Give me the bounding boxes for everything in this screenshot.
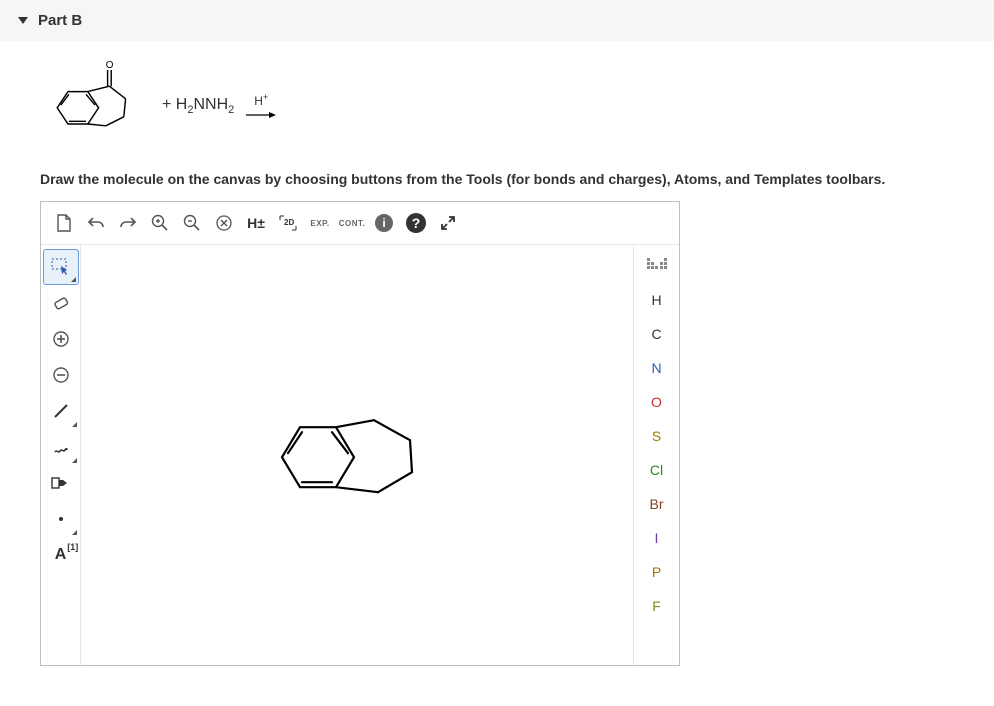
atom-i-button[interactable]: I — [638, 521, 676, 555]
atom-cl-button[interactable]: Cl — [638, 453, 676, 487]
cont-label: CONT. — [339, 219, 366, 228]
wavy-bond-button[interactable] — [43, 429, 79, 465]
fullscreen-icon — [440, 215, 456, 231]
info-icon: i — [375, 214, 393, 232]
charge-plus-button[interactable] — [43, 321, 79, 357]
atom-n-button[interactable]: N — [638, 351, 676, 385]
atom-br-button[interactable]: Br — [638, 487, 676, 521]
arrow-condition: H+ — [254, 92, 268, 108]
plus-circle-icon — [52, 330, 70, 348]
delete-x-icon — [215, 214, 233, 232]
atoms-toolbar: HCNOSClBrIPF — [633, 245, 679, 665]
radical-button[interactable] — [43, 501, 79, 537]
zoom-out-button[interactable] — [177, 208, 207, 238]
expand-button[interactable]: EXP. — [305, 208, 335, 238]
help-icon: ? — [406, 213, 426, 233]
document-icon — [56, 214, 72, 232]
delete-button[interactable] — [209, 208, 239, 238]
zoom-in-icon — [151, 214, 169, 232]
editor-body: A[1] — [41, 245, 679, 665]
atom-h-button[interactable]: H — [638, 283, 676, 317]
atom-f-button[interactable]: F — [638, 589, 676, 623]
undo-icon — [87, 215, 105, 231]
view-2d-button[interactable]: 2D — [273, 208, 303, 238]
instructions-text: Draw the molecule on the canvas by choos… — [40, 171, 954, 187]
dot-icon — [52, 510, 70, 528]
h-plus-minus-label: H± — [247, 215, 265, 231]
eraser-button[interactable] — [43, 285, 79, 321]
fullscreen-button[interactable] — [433, 208, 463, 238]
part-title: Part B — [38, 12, 82, 29]
charge-minus-button[interactable] — [43, 357, 79, 393]
redo-button[interactable] — [113, 208, 143, 238]
chain-button[interactable] — [43, 465, 79, 501]
svg-text:2D: 2D — [284, 218, 294, 227]
atom-o-button[interactable]: O — [638, 385, 676, 419]
drawing-canvas[interactable] — [81, 245, 633, 665]
redo-icon — [119, 215, 137, 231]
reactant-structure: O — [40, 61, 150, 151]
new-doc-button[interactable] — [49, 208, 79, 238]
isotope-label: A[1] — [55, 546, 67, 564]
svg-text:O: O — [106, 61, 114, 71]
top-toolbar: H± 2D EXP. CONT. i ? — [41, 202, 679, 245]
single-bond-button[interactable] — [43, 393, 79, 429]
atom-p-button[interactable]: P — [638, 555, 676, 589]
reaction-arrow: H+ — [246, 92, 276, 120]
canvas-molecule — [262, 402, 452, 512]
contract-button[interactable]: CONT. — [337, 208, 367, 238]
atom-c-button[interactable]: C — [638, 317, 676, 351]
reagent-text: + H2NNH2 — [162, 96, 234, 116]
minus-circle-icon — [52, 366, 70, 384]
view-2d-icon: 2D — [277, 213, 299, 233]
exp-label: EXP. — [310, 219, 329, 228]
content-area: O + H2NNH2 H+ Draw the molecule on the c… — [0, 41, 994, 686]
undo-button[interactable] — [81, 208, 111, 238]
single-bond-icon — [52, 402, 70, 420]
wavy-bond-icon — [52, 438, 70, 456]
marquee-select-button[interactable] — [43, 249, 79, 285]
molecule-editor: H± 2D EXP. CONT. i ? — [40, 201, 680, 666]
eraser-icon — [52, 294, 70, 312]
info-button[interactable]: i — [369, 208, 399, 238]
periodic-table-button[interactable] — [638, 249, 676, 283]
tools-toolbar: A[1] — [41, 245, 81, 665]
zoom-in-button[interactable] — [145, 208, 175, 238]
zoom-out-icon — [183, 214, 201, 232]
hydrogen-toggle-button[interactable]: H± — [241, 208, 271, 238]
marquee-icon — [51, 258, 71, 276]
arrow-icon — [246, 110, 276, 120]
part-header[interactable]: Part B — [0, 0, 994, 41]
isotope-button[interactable]: A[1] — [43, 537, 79, 573]
help-button[interactable]: ? — [401, 208, 431, 238]
caret-down-icon — [18, 17, 28, 24]
chain-icon — [51, 475, 71, 491]
atom-s-button[interactable]: S — [638, 419, 676, 453]
periodic-icon — [646, 257, 668, 275]
reaction-scheme: O + H2NNH2 H+ — [40, 61, 954, 151]
